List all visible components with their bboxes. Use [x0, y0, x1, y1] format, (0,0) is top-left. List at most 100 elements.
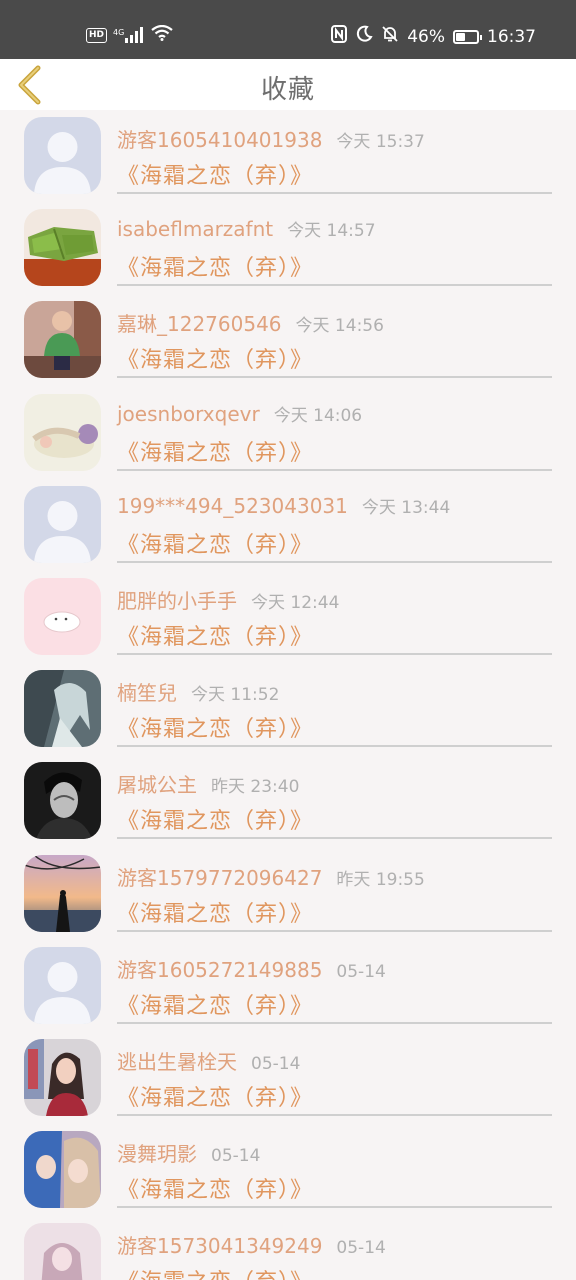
- name-line: 199***494_523043031 今天 13:44: [117, 493, 450, 518]
- avatar[interactable]: [24, 578, 101, 655]
- name-line: 肥胖的小手手 今天 12:44: [117, 585, 339, 614]
- divider: [117, 929, 552, 932]
- book-title[interactable]: 《海霜之恋（弃）》: [117, 435, 313, 467]
- status-right: 46% 16:37: [331, 25, 536, 48]
- username[interactable]: joesnborxqevr: [117, 402, 260, 426]
- favorite-item[interactable]: 游客1605410401938 今天 15:37 《海霜之恋（弃）》: [0, 110, 576, 202]
- timestamp: 今天 11:52: [191, 685, 280, 706]
- timestamp: 今天 14:56: [295, 316, 384, 337]
- page-title: 收藏: [260, 75, 315, 105]
- 4g-signal-icon: 4G: [113, 27, 145, 43]
- book-title[interactable]: 《海霜之恋（弃）》: [117, 250, 313, 282]
- name-line: 游客1573041349249 05-14: [117, 1230, 386, 1259]
- username[interactable]: 楠笙兒: [117, 681, 177, 705]
- username[interactable]: 199***494_523043031: [117, 494, 348, 518]
- username[interactable]: 游客1605410401938: [117, 128, 322, 152]
- divider: [117, 1114, 552, 1116]
- username[interactable]: isabeflmarzafnt: [117, 217, 273, 241]
- name-line: 楠笙兒 今天 11:52: [117, 677, 279, 706]
- favorite-item[interactable]: 漫舞玥影 05-14 《海霜之恋（弃）》: [0, 1124, 576, 1216]
- name-line: 嘉琳_122760546 今天 14:56: [117, 308, 384, 337]
- divider: [117, 192, 552, 194]
- favorite-item[interactable]: 199***494_523043031 今天 13:44 《海霜之恋（弃）》: [0, 479, 576, 571]
- battery-icon: [453, 29, 482, 44]
- battery-percent: 46%: [407, 26, 445, 47]
- status-bar: HD 4G 46% 16:37: [0, 0, 576, 59]
- avatar[interactable]: [24, 670, 101, 748]
- name-line: joesnborxqevr 今天 14:06: [117, 401, 362, 426]
- avatar[interactable]: [24, 1131, 101, 1209]
- favorite-item[interactable]: 楠笙兒 今天 11:52 《海霜之恋（弃）》: [0, 663, 576, 755]
- avatar[interactable]: [24, 301, 101, 379]
- book-title[interactable]: 《海霜之恋（弃）》: [117, 803, 313, 835]
- username[interactable]: 游客1605272149885: [117, 958, 322, 982]
- username[interactable]: 嘉琳_122760546: [117, 312, 282, 336]
- username[interactable]: 屠城公主: [117, 773, 197, 797]
- avatar[interactable]: [24, 393, 101, 471]
- favorite-item[interactable]: 游客1573041349249 05-14 《海霜之恋（弃）》: [0, 1216, 576, 1280]
- divider: [117, 376, 552, 379]
- timestamp: 05-14: [211, 1146, 261, 1167]
- book-title[interactable]: 《海霜之恋（弃）》: [117, 619, 313, 651]
- name-line: 游客1579772096427 昨天 19:55: [117, 862, 425, 891]
- timestamp: 今天 15:37: [336, 132, 425, 152]
- avatar[interactable]: [24, 854, 101, 932]
- book-title[interactable]: 《海霜之恋（弃）》: [117, 988, 313, 1020]
- favorite-item[interactable]: isabeflmarzafnt 今天 14:57 《海霜之恋（弃）》: [0, 202, 576, 294]
- book-title[interactable]: 《海霜之恋（弃）》: [117, 1080, 313, 1112]
- timestamp: 昨天 23:40: [211, 777, 300, 798]
- favorite-item[interactable]: 屠城公主 昨天 23:40 《海霜之恋（弃）》: [0, 755, 576, 847]
- divider: [117, 1206, 552, 1209]
- book-title[interactable]: 《海霜之恋（弃）》: [117, 527, 313, 559]
- wifi-icon: [151, 24, 173, 45]
- name-line: 游客1605410401938 今天 15:37: [117, 124, 425, 153]
- book-title[interactable]: 《海霜之恋（弃）》: [117, 1264, 313, 1280]
- header: 收藏: [0, 59, 576, 110]
- timestamp: 05-14: [336, 1238, 386, 1259]
- moon-icon: [355, 25, 373, 48]
- favorite-item[interactable]: 嘉琳_122760546 今天 14:56 《海霜之恋（弃）》: [0, 294, 576, 386]
- username[interactable]: 游客1579772096427: [117, 866, 322, 890]
- timestamp: 05-14: [336, 961, 386, 982]
- avatar[interactable]: [24, 1223, 101, 1280]
- avatar[interactable]: [24, 485, 101, 563]
- divider: [117, 284, 552, 287]
- timestamp: 今天 14:06: [273, 405, 363, 426]
- username[interactable]: 游客1573041349249: [117, 1234, 322, 1258]
- book-title[interactable]: 《海霜之恋（弃）》: [117, 896, 313, 928]
- nfc-icon: [331, 25, 348, 48]
- favorites-list: 游客1605410401938 今天 15:37 《海霜之恋（弃）》 isabeflm…: [0, 110, 576, 1280]
- timestamp: 今天 12:44: [251, 593, 340, 613]
- name-line: 逃出生暑栓天 05-14: [117, 1046, 300, 1075]
- timestamp: 昨天 19:55: [336, 869, 425, 890]
- bell-off-icon: [381, 25, 399, 48]
- favorite-item[interactable]: 游客1605272149885 05-14 《海霜之恋（弃）》: [0, 940, 576, 1032]
- book-title[interactable]: 《海霜之恋（弃）》: [117, 1172, 313, 1204]
- book-title[interactable]: 《海霜之恋（弃）》: [117, 711, 313, 743]
- status-left: HD 4G: [86, 24, 173, 45]
- book-title[interactable]: 《海霜之恋（弃）》: [117, 342, 313, 374]
- avatar[interactable]: [24, 762, 101, 840]
- username[interactable]: 肥胖的小手手: [117, 589, 237, 613]
- divider: [117, 468, 552, 471]
- avatar[interactable]: [24, 1039, 101, 1116]
- username[interactable]: 漫舞玥影: [117, 1142, 197, 1166]
- favorite-item[interactable]: 肥胖的小手手 今天 12:44 《海霜之恋（弃）》: [0, 571, 576, 663]
- favorite-item[interactable]: 游客1579772096427 昨天 19:55 《海霜之恋（弃）》: [0, 848, 576, 940]
- avatar[interactable]: [24, 946, 101, 1024]
- divider: [117, 1021, 552, 1024]
- hd-icon: HD: [86, 27, 108, 43]
- timestamp: 05-14: [251, 1054, 301, 1074]
- avatar[interactable]: [24, 209, 101, 287]
- book-title[interactable]: 《海霜之恋（弃）》: [117, 158, 313, 190]
- favorite-item[interactable]: 逃出生暑栓天 05-14 《海霜之恋（弃）》: [0, 1032, 576, 1124]
- clock: 16:37: [487, 26, 536, 47]
- divider: [117, 837, 552, 840]
- name-line: 游客1605272149885 05-14: [117, 954, 386, 983]
- username[interactable]: 逃出生暑栓天: [117, 1050, 237, 1074]
- name-line: isabeflmarzafnt 今天 14:57: [117, 216, 376, 241]
- timestamp: 今天 14:57: [287, 221, 376, 242]
- avatar[interactable]: [24, 117, 101, 194]
- divider: [117, 653, 552, 655]
- favorite-item[interactable]: joesnborxqevr 今天 14:06 《海霜之恋（弃）》: [0, 387, 576, 479]
